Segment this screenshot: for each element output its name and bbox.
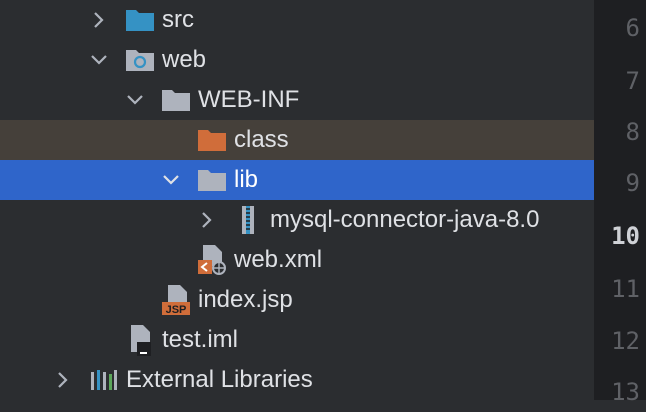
line-number-gutter: 6 7 8 9 10 11 12 13 — [594, 0, 646, 406]
chevron-down-icon[interactable] — [120, 80, 150, 120]
tree-item-label: web — [162, 46, 207, 73]
line-number: 12 — [611, 327, 640, 355]
tree-item-label: mysql-connector-java-8.0 — [270, 206, 540, 233]
tree-item-src[interactable]: src — [0, 0, 594, 40]
tree-item-label: index.jsp — [198, 286, 293, 313]
tree-item-web-xml[interactable]: web.xml — [0, 240, 594, 280]
tree-item-label: test.iml — [162, 326, 239, 353]
jar-archive-icon — [232, 204, 264, 236]
tree-item-label: External Libraries — [126, 366, 313, 393]
folder-icon — [196, 164, 228, 196]
chevron-down-icon[interactable] — [84, 40, 114, 80]
tree-item-label: WEB-INF — [198, 86, 300, 113]
tree-item-class[interactable]: class — [0, 120, 594, 160]
tree-item-mysql-connector-jar[interactable]: mysql-connector-java-8.0 — [0, 200, 594, 240]
folder-web-icon — [124, 44, 156, 76]
tree-item-external-libraries[interactable]: External Libraries — [0, 360, 594, 400]
tree-item-web[interactable]: web — [0, 40, 594, 80]
svg-text:JSP: JSP — [166, 304, 187, 316]
chevron-right-icon[interactable] — [192, 200, 222, 240]
folder-icon — [160, 84, 192, 116]
tree-item-label: web.xml — [234, 246, 323, 273]
jsp-file-icon: JSP — [160, 284, 192, 316]
tree-item-lib[interactable]: lib — [0, 160, 594, 200]
folder-excluded-icon — [196, 124, 228, 156]
folder-source-icon — [124, 4, 156, 36]
tree-item-web-inf[interactable]: WEB-INF — [0, 80, 594, 120]
xml-file-icon — [196, 244, 228, 276]
chevron-right-icon[interactable] — [48, 360, 78, 400]
tree-item-index-jsp[interactable]: JSP index.jsp — [0, 280, 594, 320]
tree-item-label: class — [234, 126, 289, 153]
chevron-right-icon[interactable] — [84, 0, 114, 40]
project-tree: src web WEB-INF class lib mysql-connecto… — [0, 0, 594, 400]
line-number-current: 10 — [611, 222, 640, 250]
tree-item-label: src — [162, 6, 194, 33]
line-number: 9 — [625, 169, 640, 197]
external-libraries-icon — [88, 364, 120, 396]
line-number: 7 — [625, 67, 640, 95]
line-number: 6 — [625, 14, 640, 42]
chevron-down-icon[interactable] — [156, 160, 186, 200]
line-number: 11 — [611, 275, 640, 303]
line-number: 8 — [625, 118, 640, 146]
tree-item-label: lib — [234, 166, 259, 193]
line-number: 13 — [611, 378, 640, 406]
tree-item-test-iml[interactable]: test.iml — [0, 320, 594, 360]
iml-file-icon — [124, 324, 156, 356]
